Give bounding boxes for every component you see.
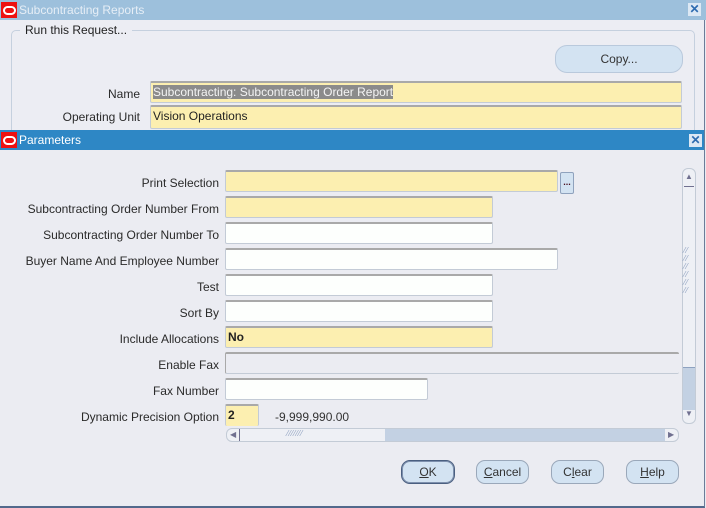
scroll-left-divider	[239, 429, 240, 441]
enable-fax-field[interactable]	[225, 352, 679, 374]
name-field[interactable]: Subcontracting: Subcontracting Order Rep…	[150, 81, 682, 103]
subcontracting-reports-window: Subcontracting Reports ✕ Run this Reques…	[0, 0, 706, 142]
scroll-up-divider	[684, 186, 694, 187]
cancel-label: ancel	[492, 465, 522, 479]
sort-by-label: Sort By	[179, 306, 219, 320]
buyer-name-field[interactable]	[225, 248, 558, 270]
include-allocations-field[interactable]: No	[225, 326, 493, 348]
help-label: elp	[648, 465, 665, 479]
fax-number-label: Fax Number	[152, 384, 219, 398]
hscroll-grip-icon[interactable]: ⁄⁄⁄⁄⁄⁄⁄	[287, 429, 303, 438]
clear-label-pre: C	[563, 465, 572, 479]
scroll-up-icon[interactable]: ▲	[685, 172, 693, 181]
order-number-from-label: Subcontracting Order Number From	[27, 202, 219, 216]
operating-unit-field[interactable]: Vision Operations	[150, 105, 682, 129]
ok-label: K	[428, 465, 437, 479]
test-label: Test	[196, 280, 219, 294]
sort-by-field[interactable]	[225, 300, 493, 322]
oracle-logo-icon	[1, 2, 17, 18]
buyer-name-label: Buyer Name And Employee Number	[25, 254, 219, 268]
copy-button[interactable]: Copy...	[555, 45, 683, 73]
close-icon[interactable]: ✕	[689, 134, 702, 147]
print-selection-field[interactable]	[225, 170, 558, 192]
name-label: Name	[107, 87, 140, 101]
order-number-from-field[interactable]	[225, 196, 493, 218]
enable-fax-label: Enable Fax	[158, 358, 219, 372]
group-label: Run this Request...	[20, 23, 133, 37]
order-number-to-label: Subcontracting Order Number To	[43, 228, 219, 242]
horizontal-scroll-track[interactable]	[385, 429, 665, 441]
vertical-scrollbar[interactable]: ▲ ⁄⁄ ⁄⁄ ⁄⁄ ⁄⁄ ⁄⁄ ⁄⁄ ▼	[682, 168, 696, 424]
help-mnemonic: H	[640, 465, 649, 479]
parameters-title: Parameters	[19, 133, 82, 147]
scroll-left-icon[interactable]: ◀	[230, 430, 236, 439]
scroll-down-icon[interactable]: ▼	[685, 409, 693, 418]
help-button[interactable]: Help	[626, 460, 679, 484]
scroll-right-icon[interactable]: ▶	[668, 430, 674, 439]
dynamic-precision-field[interactable]: 2	[225, 404, 259, 426]
include-allocations-label: Include Allocations	[119, 332, 219, 346]
fax-number-field[interactable]	[225, 378, 428, 400]
ok-button[interactable]: OK	[401, 460, 455, 484]
cancel-button[interactable]: Cancel	[476, 460, 529, 484]
dynamic-precision-label: Dynamic Precision Option	[80, 410, 219, 424]
scroll-grip-icon[interactable]: ⁄⁄ ⁄⁄ ⁄⁄ ⁄⁄ ⁄⁄ ⁄⁄	[684, 247, 694, 295]
horizontal-scrollbar[interactable]: ◀ ⁄⁄⁄⁄⁄⁄⁄ ▶	[226, 428, 679, 442]
print-selection-label: Print Selection	[141, 176, 219, 190]
name-value: Subcontracting: Subcontracting Order Rep…	[153, 85, 394, 99]
list-of-values-button[interactable]: ...	[560, 172, 574, 194]
close-icon[interactable]: ✕	[688, 3, 701, 16]
ok-mnemonic: O	[419, 465, 429, 479]
back-window-titlebar[interactable]: Subcontracting Reports ✕	[0, 0, 706, 20]
clear-button[interactable]: Clear	[551, 460, 604, 484]
precision-example: -9,999,990.00	[275, 410, 350, 424]
clear-label: ear	[574, 465, 592, 479]
back-window-title: Subcontracting Reports	[19, 3, 145, 17]
vertical-scroll-thumb[interactable]	[683, 367, 695, 410]
order-number-to-field[interactable]	[225, 222, 493, 244]
test-field[interactable]	[225, 274, 493, 296]
parameters-titlebar[interactable]: Parameters ✕	[0, 130, 704, 150]
operating-unit-label: Operating Unit	[62, 110, 140, 124]
parameters-window: Parameters ✕ Print Selection ... Subcont…	[0, 130, 705, 508]
oracle-logo-icon	[1, 132, 17, 148]
